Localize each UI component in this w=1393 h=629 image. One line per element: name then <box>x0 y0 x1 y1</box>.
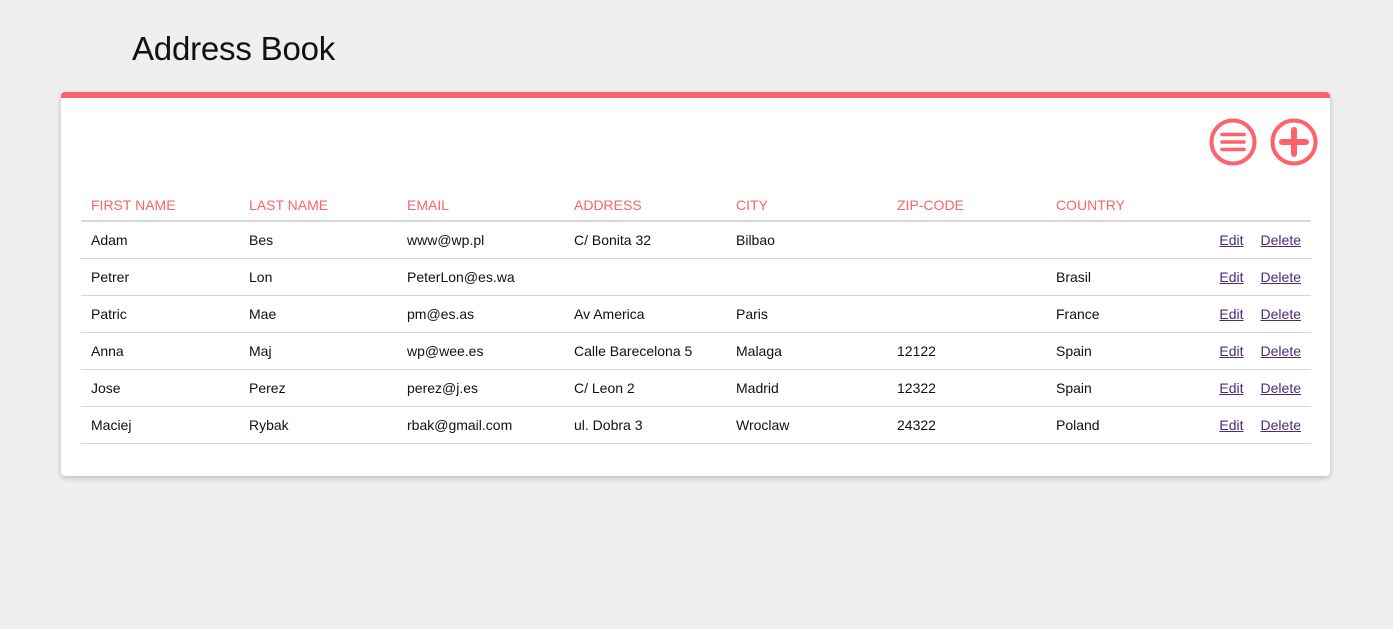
table-row: Adam Bes www@wp.pl C/ Bonita 32 Bilbao Edit De… <box>81 221 1311 259</box>
cell-address: ul. Dobra 3 <box>564 406 726 444</box>
add-icon[interactable] <box>1270 118 1318 166</box>
cell-country: Brasil <box>1046 258 1191 296</box>
cell-first-name: Jose <box>81 369 239 407</box>
cell-country: Spain <box>1046 332 1191 370</box>
cell-city: Wroclaw <box>726 406 887 444</box>
row-actions: Edit Delete <box>1191 221 1311 259</box>
row-actions: Edit Delete <box>1191 258 1311 296</box>
column-header-first-name: FIRST NAME <box>81 190 239 222</box>
cell-first-name: Adam <box>81 221 239 259</box>
cell-email: wp@wee.es <box>397 332 564 370</box>
page-title: Address Book <box>132 30 336 67</box>
cell-city: Paris <box>726 295 887 333</box>
cell-zip-code <box>887 221 1046 259</box>
table-row: Jose Perez perez@j.es C/ Leon 2 Madrid 12322 S… <box>81 369 1311 407</box>
cell-country: Spain <box>1046 369 1191 407</box>
cell-city: Madrid <box>726 369 887 407</box>
contacts-card: FIRST NAME LAST NAME EMAIL ADDRESS CITY … <box>61 92 1330 476</box>
delete-link[interactable]: Delete <box>1261 417 1301 433</box>
cell-country: Poland <box>1046 406 1191 444</box>
cell-address: Av America <box>564 295 726 333</box>
cell-email: www@wp.pl <box>397 221 564 259</box>
row-actions: Edit Delete <box>1191 369 1311 407</box>
row-actions: Edit Delete <box>1191 295 1311 333</box>
edit-link[interactable]: Edit <box>1219 232 1243 248</box>
column-header-last-name: LAST NAME <box>239 190 397 222</box>
cell-last-name: Lon <box>239 258 397 296</box>
column-header-actions <box>1191 190 1311 222</box>
table-row: Maciej Rybak rbak@gmail.com ul. Dobra 3 Wroc… <box>81 406 1311 444</box>
cell-zip-code <box>887 258 1046 296</box>
column-header-address: ADDRESS <box>564 190 726 222</box>
delete-link[interactable]: Delete <box>1261 306 1301 322</box>
cell-address: C/ Bonita 32 <box>564 221 726 259</box>
cell-country <box>1046 221 1191 259</box>
delete-link[interactable]: Delete <box>1261 380 1301 396</box>
toolbar <box>1209 118 1318 166</box>
row-actions: Edit Delete <box>1191 406 1311 444</box>
cell-zip-code: 24322 <box>887 406 1046 444</box>
table-header-row: FIRST NAME LAST NAME EMAIL ADDRESS CITY … <box>81 190 1311 222</box>
cell-city: Bilbao <box>726 221 887 259</box>
row-actions: Edit Delete <box>1191 332 1311 370</box>
cell-last-name: Mae <box>239 295 397 333</box>
table-row: Patric Mae pm@es.as Av America Paris France Ed… <box>81 295 1311 333</box>
table-row: Anna Maj wp@wee.es Calle Barecelona 5 Malaga… <box>81 332 1311 370</box>
edit-link[interactable]: Edit <box>1219 343 1243 359</box>
cell-city: Malaga <box>726 332 887 370</box>
edit-link[interactable]: Edit <box>1219 417 1243 433</box>
cell-email: PeterLon@es.wa <box>397 258 564 296</box>
delete-link[interactable]: Delete <box>1261 343 1301 359</box>
cell-last-name: Maj <box>239 332 397 370</box>
cell-zip-code <box>887 295 1046 333</box>
list-icon[interactable] <box>1209 118 1257 166</box>
cell-last-name: Perez <box>239 369 397 407</box>
cell-address: Calle Barecelona 5 <box>564 332 726 370</box>
cell-city <box>726 258 887 296</box>
cell-last-name: Rybak <box>239 406 397 444</box>
contacts-table: FIRST NAME LAST NAME EMAIL ADDRESS CITY … <box>81 190 1311 444</box>
edit-link[interactable]: Edit <box>1219 380 1243 396</box>
cell-address: C/ Leon 2 <box>564 369 726 407</box>
cell-country: France <box>1046 295 1191 333</box>
cell-first-name: Patric <box>81 295 239 333</box>
cell-zip-code: 12322 <box>887 369 1046 407</box>
cell-first-name: Maciej <box>81 406 239 444</box>
column-header-city: CITY <box>726 190 887 222</box>
table-row: Petrer Lon PeterLon@es.wa Brasil Edit Delete <box>81 258 1311 296</box>
delete-link[interactable]: Delete <box>1261 232 1301 248</box>
cell-email: perez@j.es <box>397 369 564 407</box>
delete-link[interactable]: Delete <box>1261 269 1301 285</box>
cell-last-name: Bes <box>239 221 397 259</box>
cell-zip-code: 12122 <box>887 332 1046 370</box>
cell-first-name: Petrer <box>81 258 239 296</box>
column-header-zip-code: ZIP-CODE <box>887 190 1046 222</box>
cell-email: rbak@gmail.com <box>397 406 564 444</box>
column-header-country: COUNTRY <box>1046 190 1191 222</box>
column-header-email: EMAIL <box>397 190 564 222</box>
cell-email: pm@es.as <box>397 295 564 333</box>
edit-link[interactable]: Edit <box>1219 269 1243 285</box>
edit-link[interactable]: Edit <box>1219 306 1243 322</box>
cell-address <box>564 258 726 296</box>
cell-first-name: Anna <box>81 332 239 370</box>
